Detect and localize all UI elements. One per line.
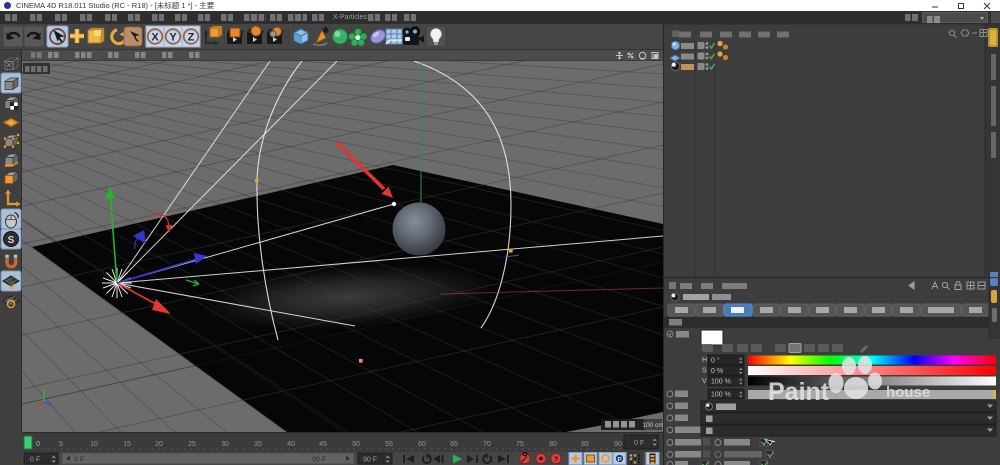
svg-text:H: H	[702, 357, 707, 364]
svg-text:75: 75	[516, 441, 524, 448]
svg-text:Y: Y	[169, 32, 177, 44]
svg-text:100 cm: 100 cm	[642, 422, 663, 429]
svg-text:Z: Z	[188, 32, 195, 44]
svg-text:15: 15	[123, 441, 131, 448]
svg-text:70: 70	[483, 441, 491, 448]
svg-text:35: 35	[254, 441, 262, 448]
svg-text:0 F: 0 F	[74, 457, 84, 464]
svg-text:90 F: 90 F	[312, 457, 326, 464]
svg-text:0 %: 0 %	[711, 368, 723, 375]
svg-text:85: 85	[581, 441, 589, 448]
svg-text:60: 60	[418, 441, 426, 448]
svg-text:90: 90	[614, 441, 622, 448]
svg-text:?: ?	[554, 455, 559, 464]
svg-text:V: V	[702, 378, 707, 385]
svg-text:90 F: 90 F	[363, 457, 377, 464]
svg-text:55: 55	[385, 441, 393, 448]
svg-text:40: 40	[287, 441, 295, 448]
svg-text:house: house	[886, 384, 930, 401]
svg-text:X: X	[151, 32, 159, 44]
svg-text:25: 25	[188, 441, 196, 448]
svg-text:S: S	[702, 368, 707, 375]
svg-text:0: 0	[36, 441, 40, 448]
svg-text:P: P	[617, 456, 622, 463]
svg-text:50: 50	[352, 441, 360, 448]
svg-text:80: 80	[549, 441, 557, 448]
svg-text:5: 5	[59, 441, 63, 448]
svg-text:100 %: 100 %	[711, 392, 731, 399]
svg-text:S: S	[8, 235, 15, 246]
svg-text:100 %: 100 %	[711, 379, 731, 386]
svg-text:Paint: Paint	[768, 378, 830, 406]
svg-text:30: 30	[221, 441, 229, 448]
svg-text:0 °: 0 °	[711, 357, 720, 365]
svg-text:0 F: 0 F	[634, 440, 644, 447]
svg-text:45: 45	[319, 441, 327, 448]
svg-text:0 F: 0 F	[30, 457, 40, 464]
svg-text:65: 65	[450, 441, 458, 448]
svg-text:20: 20	[155, 441, 163, 448]
svg-text:10: 10	[90, 441, 98, 448]
